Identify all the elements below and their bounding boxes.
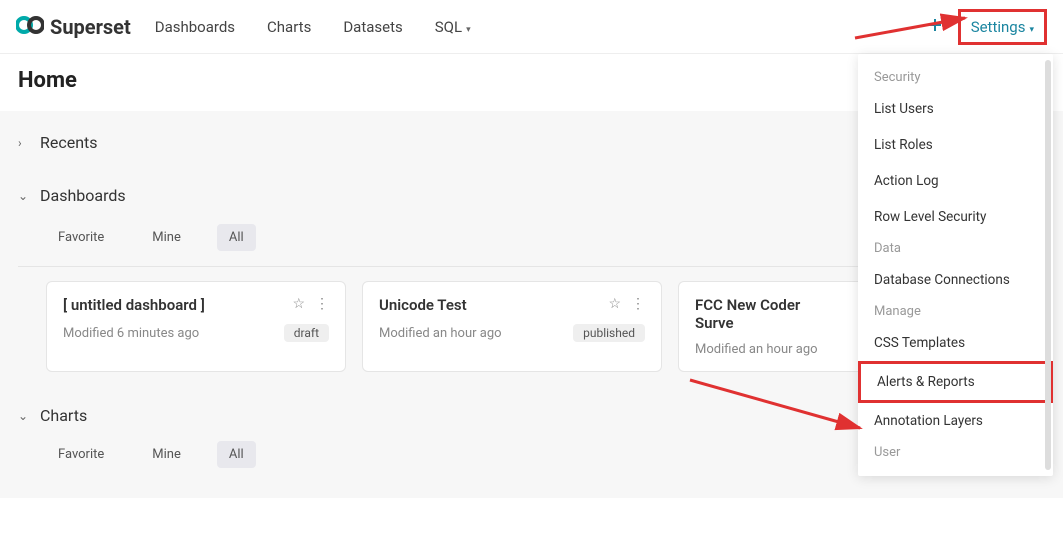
card-title: FCC New Coder Surve bbox=[695, 296, 842, 332]
plus-icon bbox=[928, 18, 942, 32]
chevron-down-icon: ⌄ bbox=[18, 409, 30, 423]
section-title: Recents bbox=[40, 133, 98, 152]
nav-right: Settings bbox=[924, 9, 1047, 45]
status-badge: published bbox=[573, 324, 645, 342]
brand[interactable]: Superset bbox=[16, 15, 131, 39]
menu-list-users[interactable]: List Users bbox=[858, 91, 1053, 127]
scrollbar[interactable] bbox=[1045, 60, 1051, 470]
logo-icon bbox=[16, 15, 44, 39]
star-icon[interactable]: ☆ bbox=[608, 296, 621, 312]
nav-sql[interactable]: SQL bbox=[435, 18, 471, 36]
tab-favorite[interactable]: Favorite bbox=[46, 441, 116, 468]
dropdown-group-manage: Manage bbox=[858, 298, 1053, 325]
dashboard-card[interactable]: Unicode Test ☆ ⋮ Modified an hour ago pu… bbox=[362, 281, 662, 372]
nav-links: Dashboards Charts Datasets SQL bbox=[155, 18, 471, 36]
more-icon[interactable]: ⋮ bbox=[315, 296, 329, 312]
menu-annotation-layers[interactable]: Annotation Layers bbox=[858, 403, 1053, 439]
settings-dropdown: Security List Users List Roles Action Lo… bbox=[858, 54, 1053, 476]
settings-button[interactable]: Settings bbox=[958, 9, 1047, 45]
tab-favorite[interactable]: Favorite bbox=[46, 224, 116, 251]
section-title: Dashboards bbox=[40, 186, 126, 205]
card-title: Unicode Test bbox=[379, 296, 608, 314]
menu-database-connections[interactable]: Database Connections bbox=[858, 262, 1053, 298]
dashboard-card[interactable]: [ untitled dashboard ] ☆ ⋮ Modified 6 mi… bbox=[46, 281, 346, 372]
card-subtitle: Modified an hour ago bbox=[379, 326, 573, 341]
tab-mine[interactable]: Mine bbox=[140, 441, 193, 468]
dropdown-group-security: Security bbox=[858, 64, 1053, 91]
menu-action-log[interactable]: Action Log bbox=[858, 163, 1053, 199]
nav-charts[interactable]: Charts bbox=[267, 18, 311, 36]
brand-name: Superset bbox=[50, 15, 131, 39]
menu-list-roles[interactable]: List Roles bbox=[858, 127, 1053, 163]
status-badge: draft bbox=[284, 324, 329, 342]
menu-css-templates[interactable]: CSS Templates bbox=[858, 325, 1053, 361]
menu-alerts-reports[interactable]: Alerts & Reports bbox=[858, 361, 1053, 403]
card-subtitle: Modified 6 minutes ago bbox=[63, 326, 284, 341]
charts-tabs: Favorite Mine All bbox=[46, 441, 256, 468]
section-title: Charts bbox=[40, 406, 87, 425]
more-icon[interactable]: ⋮ bbox=[631, 296, 645, 312]
tab-mine[interactable]: Mine bbox=[140, 224, 193, 251]
dashboard-card[interactable]: FCC New Coder Surve Modified an hour ago bbox=[678, 281, 858, 372]
star-icon[interactable]: ☆ bbox=[292, 296, 305, 312]
dashboards-tabs: Favorite Mine All bbox=[46, 224, 256, 251]
card-subtitle: Modified an hour ago bbox=[695, 342, 842, 357]
add-button[interactable] bbox=[924, 16, 946, 37]
tab-all[interactable]: All bbox=[217, 224, 256, 251]
top-nav: Superset Dashboards Charts Datasets SQL … bbox=[0, 0, 1063, 54]
dropdown-group-user: User bbox=[858, 439, 1053, 466]
chevron-right-icon: › bbox=[18, 136, 30, 150]
chevron-down-icon: ⌄ bbox=[18, 189, 30, 203]
card-title: [ untitled dashboard ] bbox=[63, 296, 292, 314]
dropdown-group-data: Data bbox=[858, 235, 1053, 262]
tab-all[interactable]: All bbox=[217, 441, 256, 468]
nav-dashboards[interactable]: Dashboards bbox=[155, 18, 235, 36]
menu-row-level-security[interactable]: Row Level Security bbox=[858, 199, 1053, 235]
nav-datasets[interactable]: Datasets bbox=[343, 18, 402, 36]
